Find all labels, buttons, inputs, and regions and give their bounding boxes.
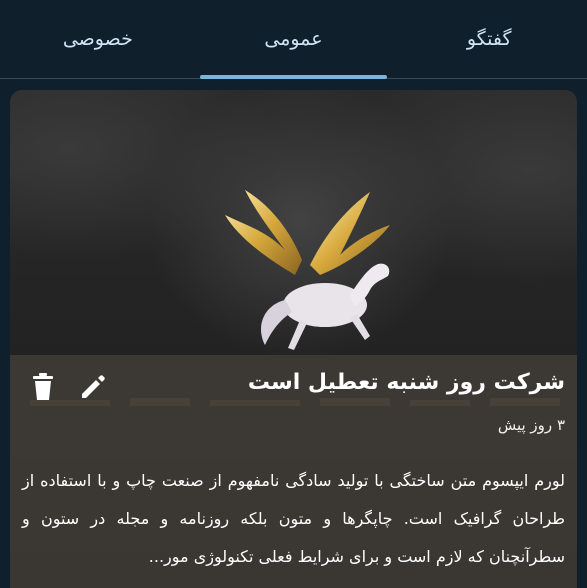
post-body: لورم ایپسوم متن ساختگی با تولید سادگی نا… bbox=[22, 471, 565, 566]
winged-horse-emblem bbox=[225, 190, 390, 350]
tab-public[interactable]: عمومی bbox=[196, 0, 392, 79]
app-root: خصوصی عمومی گفتگو شرکت روز شنبه تعطیل اس… bbox=[0, 0, 587, 588]
tab-public-label: عمومی bbox=[264, 28, 323, 50]
post-title: شرکت روز شنبه تعطیل است bbox=[247, 370, 565, 395]
post-actions bbox=[28, 372, 108, 402]
delete-button[interactable] bbox=[28, 372, 58, 402]
tab-private-label: خصوصی bbox=[62, 28, 133, 50]
trash-icon bbox=[33, 373, 53, 400]
tab-bar: خصوصی عمومی گفتگو bbox=[0, 0, 587, 79]
post-timestamp: ۳ روز پیش bbox=[497, 416, 565, 434]
tab-private[interactable]: خصوصی bbox=[0, 0, 196, 78]
tab-chat-label: گفتگو bbox=[466, 28, 512, 50]
tab-chat[interactable]: گفتگو bbox=[391, 0, 587, 78]
edit-button[interactable] bbox=[78, 372, 108, 402]
post-card[interactable]: شرکت روز شنبه تعطیل است ۳ روز پیش لورم ا… bbox=[10, 90, 577, 588]
pencil-icon bbox=[82, 375, 105, 398]
